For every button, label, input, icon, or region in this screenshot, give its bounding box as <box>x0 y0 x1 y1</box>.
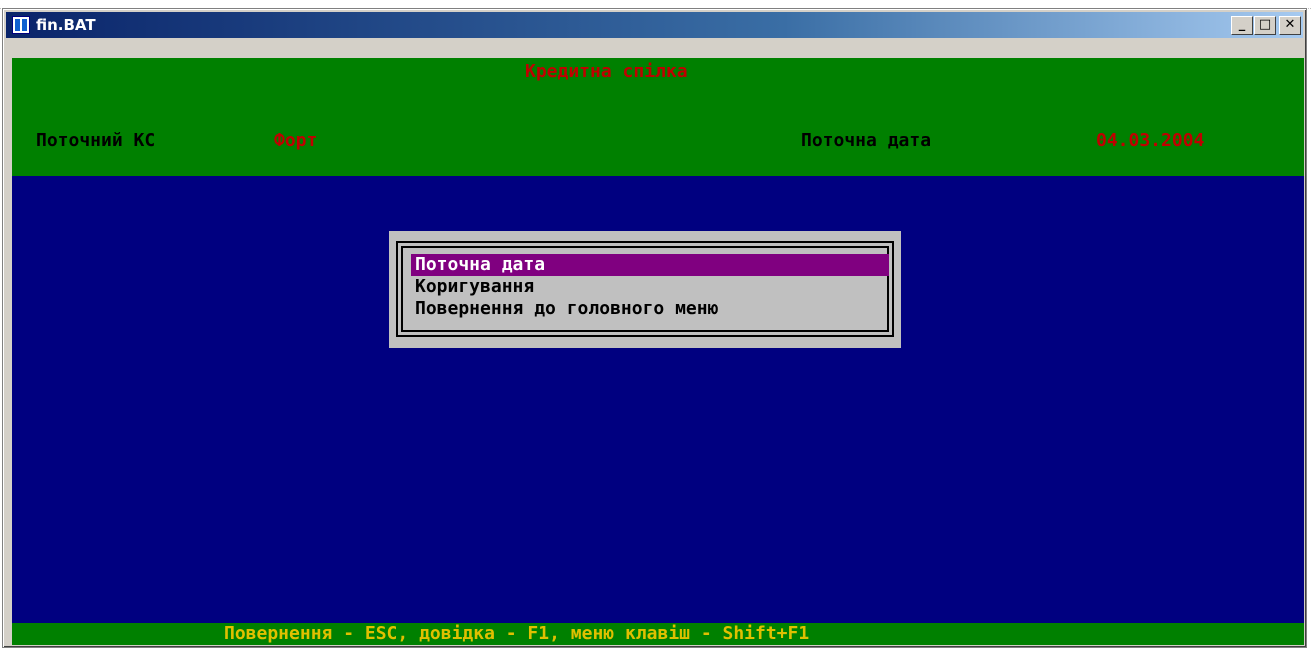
current-cu-value: Форт <box>274 130 318 151</box>
status-hint-text: Повернення - ESC, довідка - F1, меню кла… <box>224 623 810 644</box>
menu-item-correction[interactable]: Коригування <box>411 276 889 298</box>
current-cu-label: Поточний КС <box>36 130 156 151</box>
status-bar: Повернення - ESC, довідка - F1, меню кла… <box>12 623 1304 645</box>
close-button[interactable]: ✕ <box>1279 16 1301 35</box>
menu-frame: Поточна дата Коригування Повернення до г… <box>396 241 894 337</box>
menu-item-current-date[interactable]: Поточна дата <box>411 254 889 276</box>
minimize-icon: _ <box>1238 17 1246 32</box>
maximize-icon: □ <box>1258 17 1272 32</box>
console-app-icon[interactable] <box>12 16 30 34</box>
menu-item-return-main-menu[interactable]: Повернення до головного меню <box>411 298 889 320</box>
current-date-value: 04.03.2004 <box>1096 130 1205 151</box>
app-title: Кредитна спілка <box>525 61 688 82</box>
submenu-panel: Поточна дата Коригування Повернення до г… <box>389 231 901 348</box>
close-icon: ✕ <box>1284 17 1296 32</box>
console-window: fin.BAT _ □ ✕ Кредитна спілка Поточний К… <box>2 8 1307 648</box>
maximize-button[interactable]: □ <box>1254 16 1276 35</box>
title-bar[interactable]: fin.BAT _ □ ✕ <box>6 12 1303 38</box>
minimize-button[interactable]: _ <box>1231 16 1253 35</box>
header-band: Кредитна спілка Поточний КС Форт Поточна… <box>12 58 1304 176</box>
window-title: fin.BAT <box>36 16 96 34</box>
menu-frame-inner: Поточна дата Коригування Повернення до г… <box>401 246 889 332</box>
console-area[interactable]: Кредитна спілка Поточний КС Форт Поточна… <box>12 58 1304 645</box>
current-date-label: Поточна дата <box>801 130 932 151</box>
